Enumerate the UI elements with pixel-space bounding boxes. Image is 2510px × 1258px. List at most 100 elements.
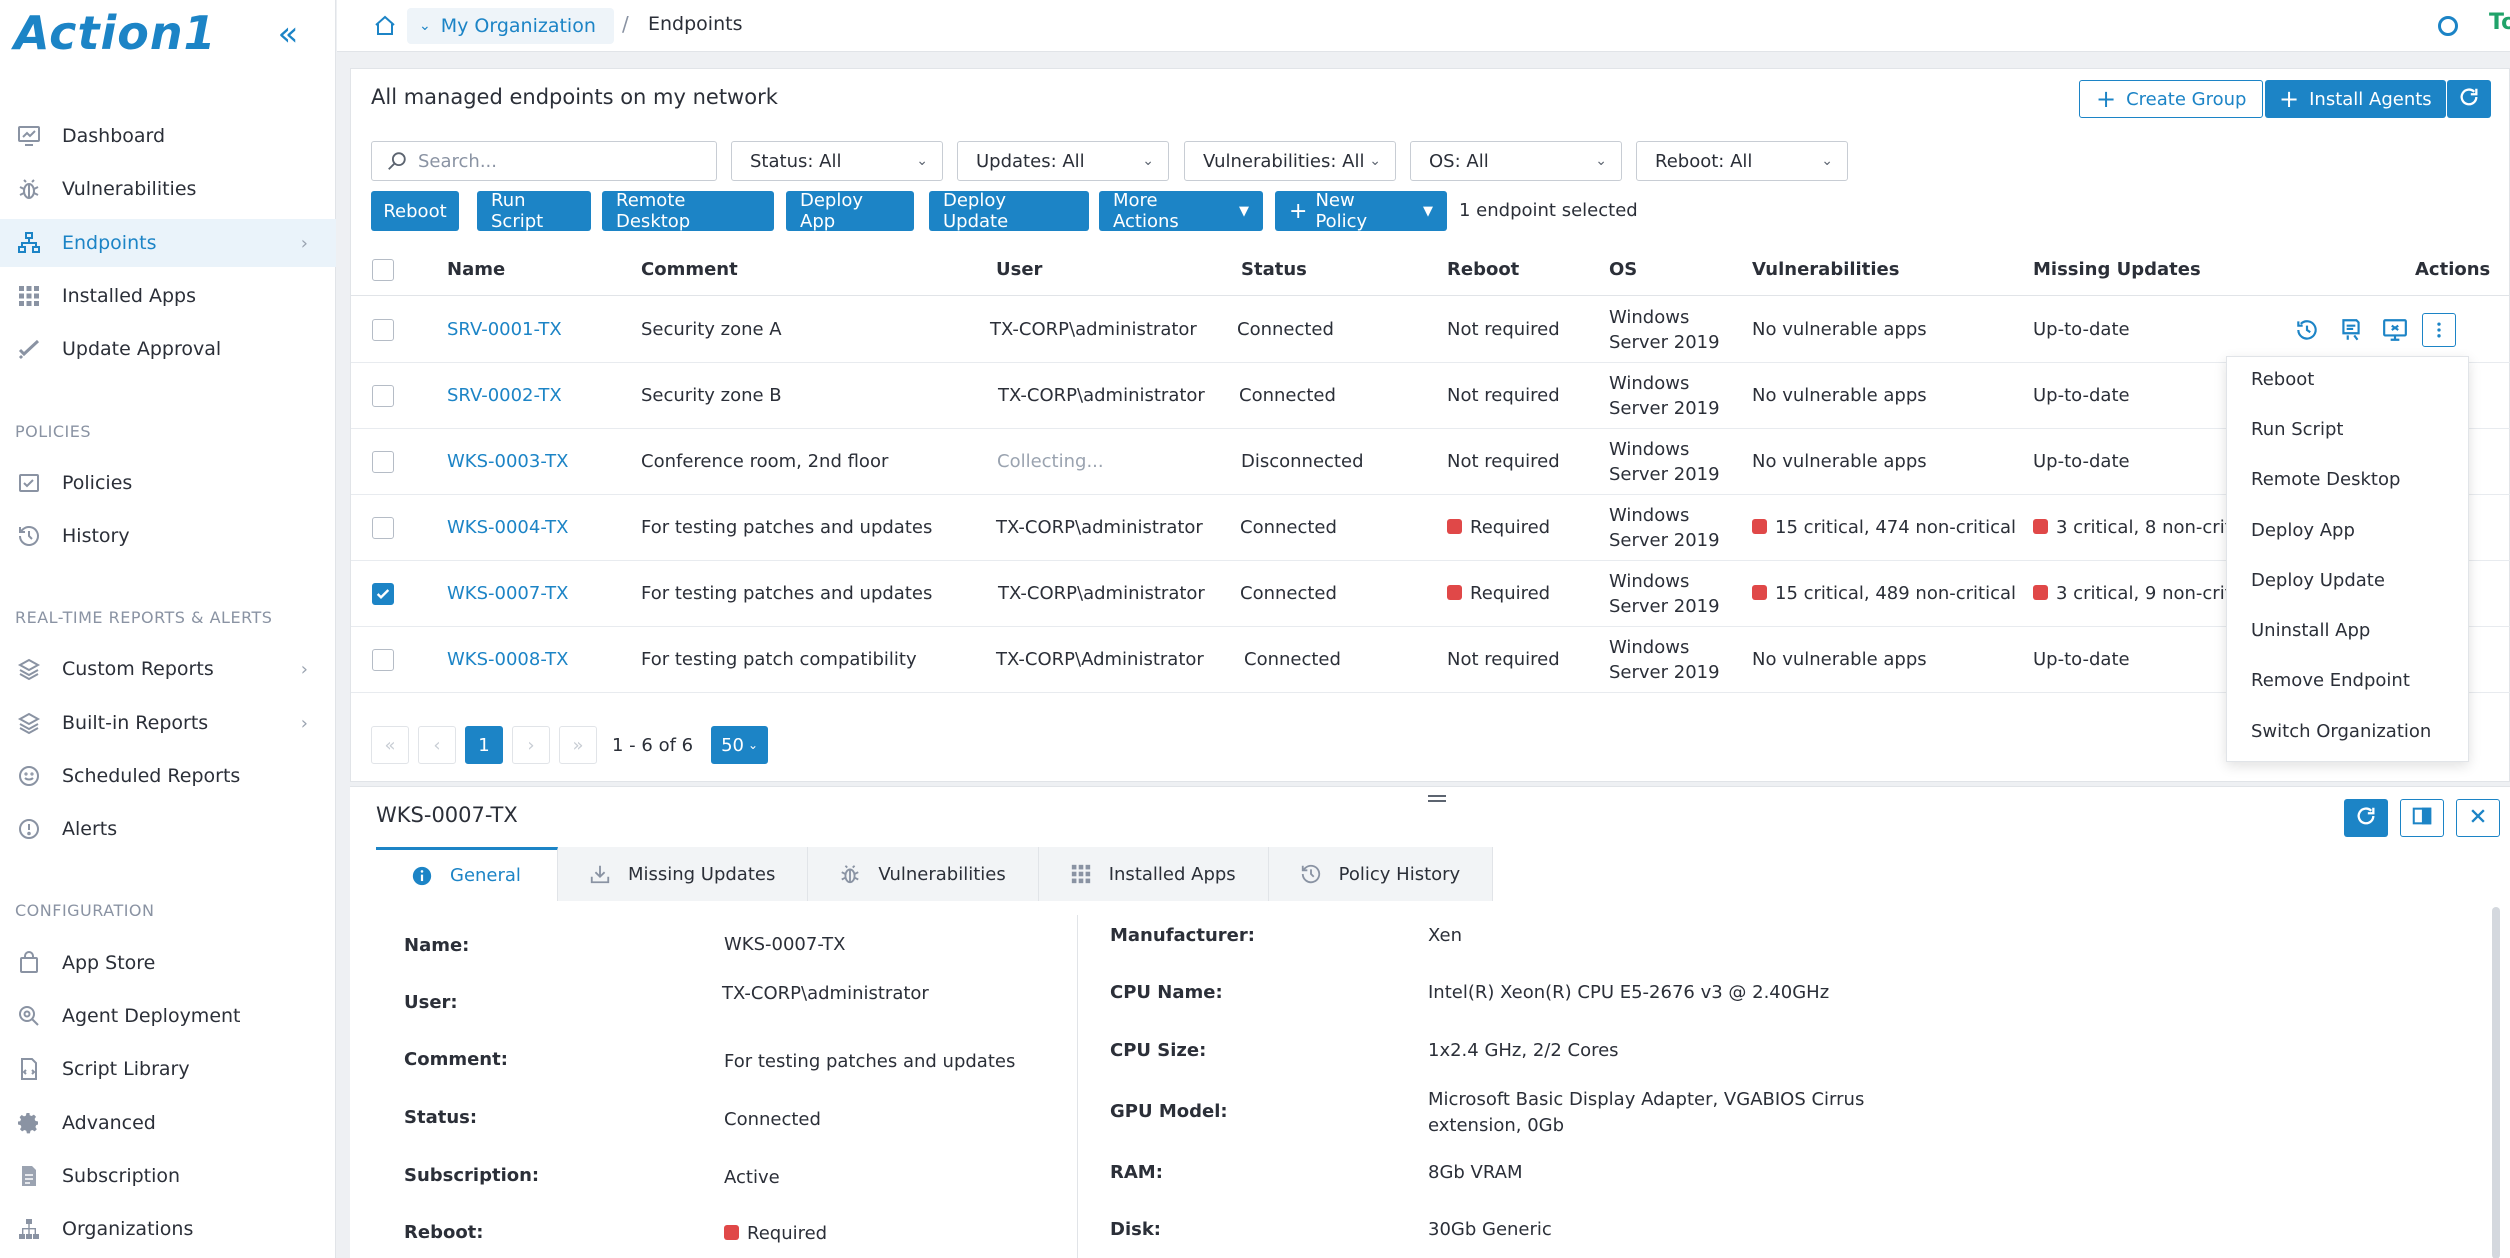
detail-dock-button[interactable]	[2400, 799, 2444, 837]
prev-page-button[interactable]: ‹	[418, 726, 456, 764]
refresh-icon	[2458, 86, 2480, 113]
sidebar-item-history[interactable]: History	[0, 512, 336, 560]
detail-label: CPU Size:	[1110, 1040, 1207, 1061]
sidebar-item-policies[interactable]: Policies	[0, 459, 336, 507]
endpoint-name-link[interactable]: SRV-0002-TX	[447, 385, 562, 406]
column-header-vulnerabilities[interactable]: Vulnerabilities	[1752, 259, 1899, 280]
reboot-button[interactable]: Reboot	[371, 191, 459, 231]
select-all-checkbox[interactable]	[372, 259, 394, 281]
create-group-button[interactable]: + Create Group	[2079, 80, 2264, 118]
remote-desktop-button[interactable]: Remote Desktop	[602, 190, 774, 232]
table-row[interactable]: WKS-0004-TX For testing patches and upda…	[351, 495, 2510, 561]
sidebar-item-endpoints[interactable]: Endpoints ›	[0, 219, 336, 267]
os-filter[interactable]: OS: All ⌄	[1410, 141, 1622, 181]
resize-handle[interactable]	[1428, 793, 1448, 803]
deploy-app-button[interactable]: Deploy App	[786, 190, 914, 232]
sidebar-item-advanced[interactable]: Advanced	[0, 1099, 336, 1147]
row-checkbox[interactable]	[372, 583, 394, 605]
page-size-select[interactable]: 50 ⌄	[711, 726, 769, 764]
updates-text: 3 critical, 8 non-crit	[2056, 517, 2232, 538]
row-checkbox[interactable]	[372, 649, 394, 671]
sidebar-item-subscription[interactable]: Subscription	[0, 1152, 336, 1200]
last-page-button[interactable]: »	[559, 726, 597, 764]
sidebar-item-organizations[interactable]: Organizations	[0, 1205, 336, 1253]
column-header-os[interactable]: OS	[1609, 259, 1637, 280]
sidebar-item-vulnerabilities[interactable]: Vulnerabilities	[0, 165, 336, 213]
endpoint-name-link[interactable]: WKS-0004-TX	[447, 517, 569, 538]
table-row[interactable]: SRV-0002-TX Security zone B TX-CORP\admi…	[351, 363, 2510, 429]
menu-item-switch-organization[interactable]: Switch Organization	[2251, 721, 2431, 742]
sidebar-item-custom-reports[interactable]: Custom Reports ›	[0, 645, 336, 693]
search-input[interactable]	[418, 150, 708, 172]
sidebar-item-installed-apps[interactable]: Installed Apps	[0, 272, 336, 320]
first-page-button[interactable]: «	[371, 726, 409, 764]
row-checkbox[interactable]	[372, 319, 394, 341]
menu-item-reboot[interactable]: Reboot	[2251, 369, 2314, 390]
run-script-button[interactable]: Run Script	[477, 190, 591, 232]
table-row[interactable]: SRV-0001-TX Security zone A TX-CORP\admi…	[351, 297, 2510, 363]
vulnerabilities-filter[interactable]: Vulnerabilities: All ⌄	[1184, 141, 1396, 181]
menu-item-deploy-app[interactable]: Deploy App	[2251, 520, 2355, 541]
status-circle-icon[interactable]	[2438, 16, 2458, 36]
endpoint-name-link[interactable]: WKS-0007-TX	[447, 583, 569, 604]
detail-refresh-button[interactable]	[2344, 799, 2388, 837]
refresh-button[interactable]	[2447, 80, 2491, 118]
sidebar-item-agent-deployment[interactable]: Agent Deployment	[0, 992, 336, 1040]
table-row[interactable]: WKS-0003-TX Conference room, 2nd floor C…	[351, 429, 2510, 495]
column-header-name[interactable]: Name	[447, 259, 505, 280]
column-header-user[interactable]: User	[996, 259, 1042, 280]
install-agents-button[interactable]: + Install Agents	[2265, 80, 2446, 118]
collapse-sidebar-icon[interactable]: «	[270, 16, 306, 52]
column-header-status[interactable]: Status	[1241, 259, 1307, 280]
menu-item-remote-desktop[interactable]: Remote Desktop	[2251, 469, 2400, 490]
detail-label: GPU Model:	[1110, 1101, 1228, 1122]
more-vertical-icon[interactable]	[2422, 313, 2456, 347]
updates-filter[interactable]: Updates: All ⌄	[957, 141, 1169, 181]
reboot-icon[interactable]	[2290, 313, 2324, 347]
sidebar-item-label: Scheduled Reports	[62, 765, 241, 787]
endpoint-name-link[interactable]: WKS-0003-TX	[447, 451, 569, 472]
status-filter[interactable]: Status: All ⌄	[731, 141, 943, 181]
user-avatar[interactable]: To	[2489, 10, 2510, 35]
row-checkbox[interactable]	[372, 385, 394, 407]
sidebar-item-built-in-reports[interactable]: Built-in Reports ›	[0, 699, 336, 747]
sidebar-item-script-library[interactable]: Script Library	[0, 1045, 336, 1093]
menu-item-remove-endpoint[interactable]: Remove Endpoint	[2251, 670, 2410, 691]
tab-policy-history[interactable]: Policy History	[1268, 847, 1494, 901]
next-page-button[interactable]: ›	[512, 726, 550, 764]
detail-scrollbar[interactable]	[2492, 907, 2500, 1258]
sidebar-item-scheduled-reports[interactable]: Scheduled Reports	[0, 752, 336, 800]
reboot-filter[interactable]: Reboot: All ⌄	[1636, 141, 1848, 181]
row-checkbox[interactable]	[372, 517, 394, 539]
endpoint-name-link[interactable]: WKS-0008-TX	[447, 649, 569, 670]
sidebar-item-app-store[interactable]: App Store	[0, 939, 336, 987]
table-row[interactable]: WKS-0007-TX For testing patches and upda…	[351, 561, 2510, 627]
column-header-reboot[interactable]: Reboot	[1447, 259, 1519, 280]
sidebar-item-alerts[interactable]: Alerts	[0, 805, 336, 853]
menu-item-run-script[interactable]: Run Script	[2251, 419, 2343, 440]
tab-missing-updates[interactable]: Missing Updates	[557, 847, 809, 901]
table-row[interactable]: WKS-0008-TX For testing patch compatibil…	[351, 627, 2510, 693]
action1-logo[interactable]: Action1	[14, 6, 217, 60]
sidebar-item-update-approval[interactable]: Update Approval	[0, 325, 336, 373]
page-number-button[interactable]: 1	[465, 726, 503, 764]
home-icon[interactable]	[373, 14, 397, 38]
menu-item-uninstall-app[interactable]: Uninstall App	[2251, 620, 2370, 641]
column-header-comment[interactable]: Comment	[641, 259, 738, 280]
breadcrumb-organization[interactable]: ⌄ My Organization	[407, 8, 614, 44]
tab-installed-apps[interactable]: Installed Apps	[1038, 847, 1269, 901]
deploy-update-button[interactable]: Deploy Update	[929, 190, 1089, 232]
remote-desktop-icon[interactable]	[2378, 313, 2412, 347]
detail-close-button[interactable]	[2456, 799, 2500, 837]
tab-general[interactable]: General	[376, 847, 558, 901]
menu-item-deploy-update[interactable]: Deploy Update	[2251, 570, 2385, 591]
tab-vulnerabilities[interactable]: Vulnerabilities	[808, 847, 1039, 901]
row-checkbox[interactable]	[372, 451, 394, 473]
endpoint-name-link[interactable]: SRV-0001-TX	[447, 319, 562, 340]
run-script-icon[interactable]	[2334, 313, 2368, 347]
more-actions-button[interactable]: More Actions ▼	[1099, 190, 1263, 232]
column-header-missing-updates[interactable]: Missing Updates	[2033, 259, 2201, 280]
sidebar-item-dashboard[interactable]: Dashboard	[0, 112, 336, 160]
new-policy-button[interactable]: + New Policy ▼	[1275, 190, 1447, 232]
search-field[interactable]	[371, 141, 717, 181]
